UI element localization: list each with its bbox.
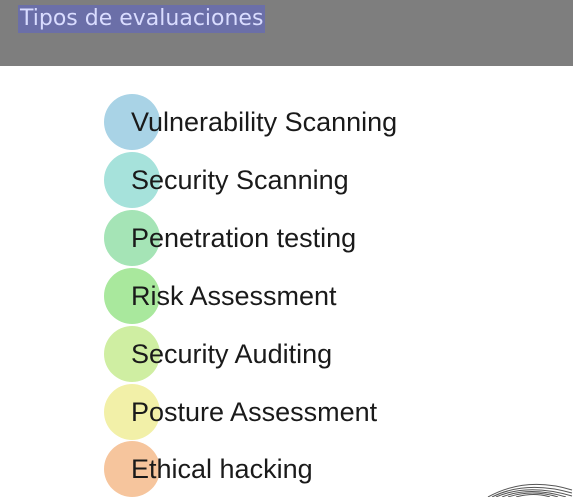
- item-label: Vulnerability Scanning: [131, 107, 398, 137]
- fingerprint-decoration: [487, 483, 573, 497]
- item-label: Ethical hacking: [131, 454, 313, 484]
- slide-title: Tipos de evaluaciones: [18, 5, 266, 33]
- item-label: Penetration testing: [131, 223, 357, 253]
- item-label: Security Scanning: [131, 165, 349, 195]
- item-label: Risk Assessment: [131, 281, 337, 311]
- title-bar: Tipos de evaluaciones: [0, 0, 573, 66]
- item-label: Security Auditing: [131, 339, 333, 369]
- item-label: Posture Assessment: [131, 397, 378, 427]
